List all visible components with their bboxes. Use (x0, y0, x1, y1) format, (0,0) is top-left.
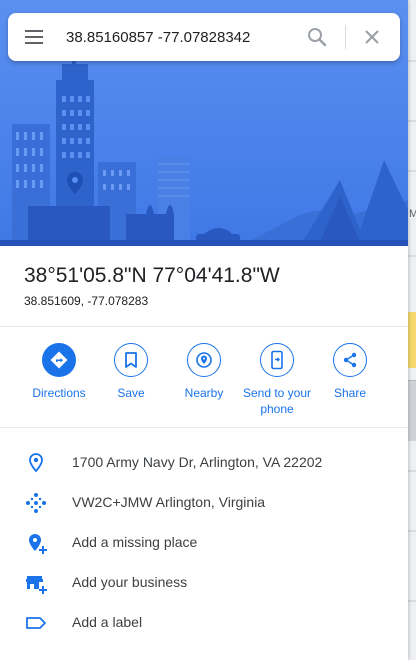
coordinates-decimal[interactable]: 38.851609, -77.078283 (24, 294, 394, 308)
save-label: Save (117, 386, 145, 400)
address-row[interactable]: 1700 Army Navy Dr, Arlington, VA 22202 (0, 443, 408, 483)
search-icon[interactable] (305, 25, 329, 49)
add-business-icon (24, 571, 48, 595)
map-highlight-area (408, 312, 416, 368)
bookmark-icon (114, 343, 148, 377)
search-bar (8, 13, 400, 61)
add-label-row[interactable]: Add a label (0, 603, 408, 643)
place-side-panel: 38°51'05.8"N 77°04'41.8"W 38.851609, -77… (0, 0, 408, 660)
close-icon[interactable] (360, 25, 384, 49)
action-bar: Directions Save Nearby Send to your phon… (22, 343, 402, 423)
share-icon (333, 343, 367, 377)
address-text: 1700 Army Navy Dr, Arlington, VA 22202 (72, 454, 323, 470)
menu-icon[interactable] (22, 25, 48, 49)
location-pin-icon (24, 451, 48, 475)
add-label-text: Add a label (72, 614, 143, 630)
nearby-label: Nearby (184, 386, 224, 400)
plus-code-icon (24, 491, 48, 515)
plus-code-text: VW2C+JMW Arlington, Virginia (72, 494, 266, 510)
nearby-button[interactable]: Nearby (167, 343, 241, 401)
coordinates-dms: 38°51'05.8"N 77°04'41.8"W (24, 264, 280, 287)
label-icon (24, 611, 48, 635)
send-to-phone-button[interactable]: Send to your phone (240, 343, 314, 417)
add-place-icon (24, 531, 48, 555)
phone-icon (260, 343, 294, 377)
share-label: Share (333, 386, 367, 400)
share-button[interactable]: Share (313, 343, 387, 401)
plus-code-row[interactable]: VW2C+JMW Arlington, Virginia (0, 483, 408, 523)
map-overlay-edge (408, 380, 416, 441)
add-missing-place-text: Add a missing place (72, 534, 198, 550)
divider (0, 427, 408, 428)
add-missing-place-row[interactable]: Add a missing place (0, 523, 408, 563)
save-button[interactable]: Save (94, 343, 168, 401)
directions-button[interactable]: Directions (22, 343, 96, 401)
search-input[interactable] (66, 23, 296, 51)
directions-label: Directions (32, 386, 86, 400)
directions-icon (42, 343, 76, 377)
add-business-text: Add your business (72, 574, 188, 590)
nearby-icon (187, 343, 221, 377)
place-details-list: 1700 Army Navy Dr, Arlington, VA 22202 V… (0, 443, 408, 643)
map-label-fragment: M (409, 208, 416, 220)
add-business-row[interactable]: Add your business (0, 563, 408, 603)
search-divider (345, 25, 346, 49)
coordinates-header: 38°51'05.8"N 77°04'41.8"W 38.851609, -77… (24, 262, 394, 308)
send-to-phone-label: Send to your phone (242, 386, 312, 416)
divider (0, 326, 408, 327)
